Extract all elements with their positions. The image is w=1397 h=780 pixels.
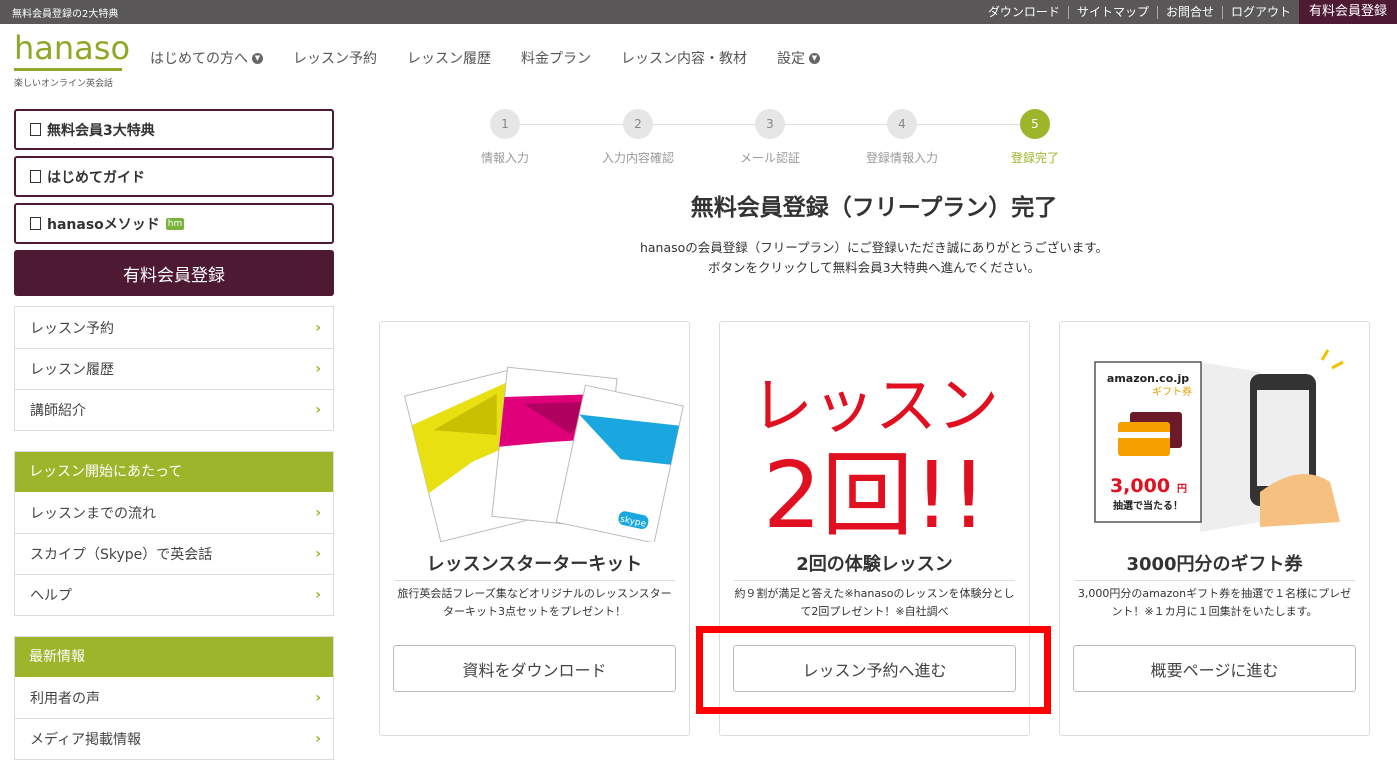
document-icon	[30, 170, 41, 183]
gift-lottery-text: 抽選で当たる！	[1113, 499, 1183, 512]
sitemap-link[interactable]: サイトマップ	[1069, 5, 1158, 19]
contact-link[interactable]: お問合せ	[1158, 5, 1223, 19]
sidebar-free-benefits[interactable]: 無料会員3大特典	[14, 109, 334, 150]
sidebar-item-lesson-history[interactable]: レッスン履歴 ›	[15, 348, 333, 389]
highlight-box	[696, 626, 1051, 714]
benefit-card-starter-kit: skype レッスンスターターキット 旅行英会話フレーズ集などオリジナルのレッス…	[379, 321, 690, 736]
document-icon	[30, 123, 41, 136]
card-text: 旅行英会話フレーズ集などオリジナルのレッスンスターターキット3点セットをプレゼン…	[397, 587, 672, 618]
paid-registration-link[interactable]: 有料会員登録	[1298, 0, 1397, 24]
card-divider	[394, 580, 675, 581]
sidebar-item-lesson-booking[interactable]: レッスン予約 ›	[15, 307, 333, 348]
sidebar: 無料会員3大特典 はじめてガイド hanasoメソッド hm 有料会員登録 レッス…	[14, 109, 334, 780]
chevron-right-icon: ›	[315, 689, 321, 706]
nav-beginners[interactable]: はじめての方へ ▼	[150, 48, 263, 68]
gift-card-image: amazon.co.jp ギフト券 3,000 円 抽選で当たる！	[1094, 349, 1344, 532]
chevron-right-icon: ›	[315, 319, 321, 336]
card-text: 3,000円分のamazonギフト券を抽選で１名様にプレゼント！※１カ月に１回集…	[1077, 587, 1352, 618]
amazon-brand-text: amazon.co.jp	[1107, 372, 1189, 385]
logo-tagline: 楽しいオンライン英会話	[14, 79, 114, 89]
card-title: 2回の体験レッスン	[796, 554, 953, 575]
gift-card-label: ギフト券	[1152, 385, 1192, 398]
logo-wordmark: hanaso	[14, 29, 131, 67]
step-3: 3 メール認証	[725, 109, 815, 166]
chevron-down-icon: ▼	[252, 52, 263, 64]
trial-lessons-image: レッスン 2回!!	[751, 369, 999, 542]
benefit-card-gift-card: amazon.co.jp ギフト券 3,000 円 抽選で当たる！ 3000円分…	[1059, 321, 1370, 736]
logout-link[interactable]: ログアウト	[1223, 5, 1299, 19]
document-icon	[30, 217, 41, 230]
hm-badge-icon: hm	[165, 217, 185, 230]
download-link[interactable]: ダウンロード	[980, 5, 1069, 19]
logo[interactable]: hanaso 楽しいオンライン英会話	[14, 30, 130, 89]
card-title: 3000円分のギフト券	[1126, 554, 1303, 575]
card-text: 約９割が満足と答えた※hanasoのレッスンを体験分として2回プレゼント！※自社…	[734, 587, 1015, 618]
trial-image-line2: 2回!!	[763, 442, 987, 542]
chevron-down-icon: ▼	[809, 52, 820, 64]
top-links: ダウンロード サイトマップ お問合せ ログアウト 有料会員登録	[980, 0, 1397, 24]
nav-settings[interactable]: 設定 ▼	[777, 48, 820, 68]
main-nav: はじめての方へ ▼ レッスン予約 レッスン履歴 料金プラン レッスン内容・教材 設…	[150, 48, 820, 68]
sidebar-item-help[interactable]: ヘルプ ›	[15, 574, 333, 615]
promo-text: 無料会員登録の2大特典	[12, 9, 119, 20]
trial-image-line1: レッスン	[751, 369, 999, 442]
paid-registration-button[interactable]: 有料会員登録	[14, 250, 334, 296]
progress-steps: 1 情報入力 2 入力内容確認 3 メール認証 4 登録情報入力 5 登録完了	[460, 109, 1080, 169]
chevron-right-icon: ›	[315, 402, 321, 418]
top-bar: 無料会員登録の2大特典 ダウンロード サイトマップ お問合せ ログアウト 有料会…	[0, 0, 1397, 24]
nav-lesson-booking[interactable]: レッスン予約	[293, 48, 377, 68]
step-2: 2 入力内容確認	[593, 109, 683, 166]
sidebar-section-heading: 最新情報	[15, 637, 333, 677]
gift-amount-text: 3,000	[1110, 475, 1170, 497]
sidebar-menu-lessons: レッスン予約 › レッスン履歴 › 講師紹介 ›	[14, 306, 334, 431]
nav-lesson-history[interactable]: レッスン履歴	[407, 48, 491, 68]
sidebar-item-skype[interactable]: スカイプ（Skype）で英会話 ›	[15, 533, 333, 574]
page-title: 無料会員登録（フリープラン）完了	[690, 195, 1058, 221]
step-4: 4 登録情報入力	[857, 109, 947, 166]
chevron-right-icon: ›	[315, 731, 321, 747]
chevron-right-icon: ›	[315, 361, 321, 377]
page-description: hanasoの会員登録（フリープラン）にご登録いただき誠にありがとうございます。…	[639, 240, 1109, 275]
overview-page-button[interactable]: 概要ページに進む	[1073, 645, 1356, 692]
chevron-right-icon: ›	[315, 546, 321, 562]
sidebar-menu-news: 最新情報 利用者の声 › メディア掲載情報 ›	[14, 636, 334, 760]
chevron-right-icon: ›	[315, 504, 321, 521]
download-materials-button[interactable]: 資料をダウンロード	[393, 645, 676, 692]
sidebar-hanaso-method[interactable]: hanasoメソッド hm	[14, 203, 334, 244]
starter-kit-image: skype	[403, 366, 684, 542]
sidebar-item-testimonials[interactable]: 利用者の声 ›	[15, 677, 333, 718]
nav-lesson-content[interactable]: レッスン内容・教材	[621, 48, 747, 68]
gift-yen-text: 円	[1177, 483, 1187, 495]
card-divider	[1074, 580, 1355, 581]
card-title: レッスンスターターキット	[426, 554, 643, 575]
chevron-right-icon: ›	[315, 587, 321, 603]
nav-pricing[interactable]: 料金プラン	[521, 48, 591, 68]
sidebar-menu-getting-started: レッスン開始にあたって レッスンまでの流れ › スカイプ（Skype）で英会話 › …	[14, 451, 334, 616]
sidebar-section-heading: レッスン開始にあたって	[15, 452, 333, 492]
step-1: 1 情報入力	[460, 109, 550, 166]
sidebar-item-lesson-flow[interactable]: レッスンまでの流れ ›	[15, 492, 333, 533]
card-divider	[734, 580, 1015, 581]
logo-underline	[14, 68, 122, 71]
sidebar-beginner-guide[interactable]: はじめてガイド	[14, 156, 334, 197]
step-5: 5 登録完了	[990, 109, 1080, 166]
sidebar-item-teachers[interactable]: 講師紹介 ›	[15, 389, 333, 430]
